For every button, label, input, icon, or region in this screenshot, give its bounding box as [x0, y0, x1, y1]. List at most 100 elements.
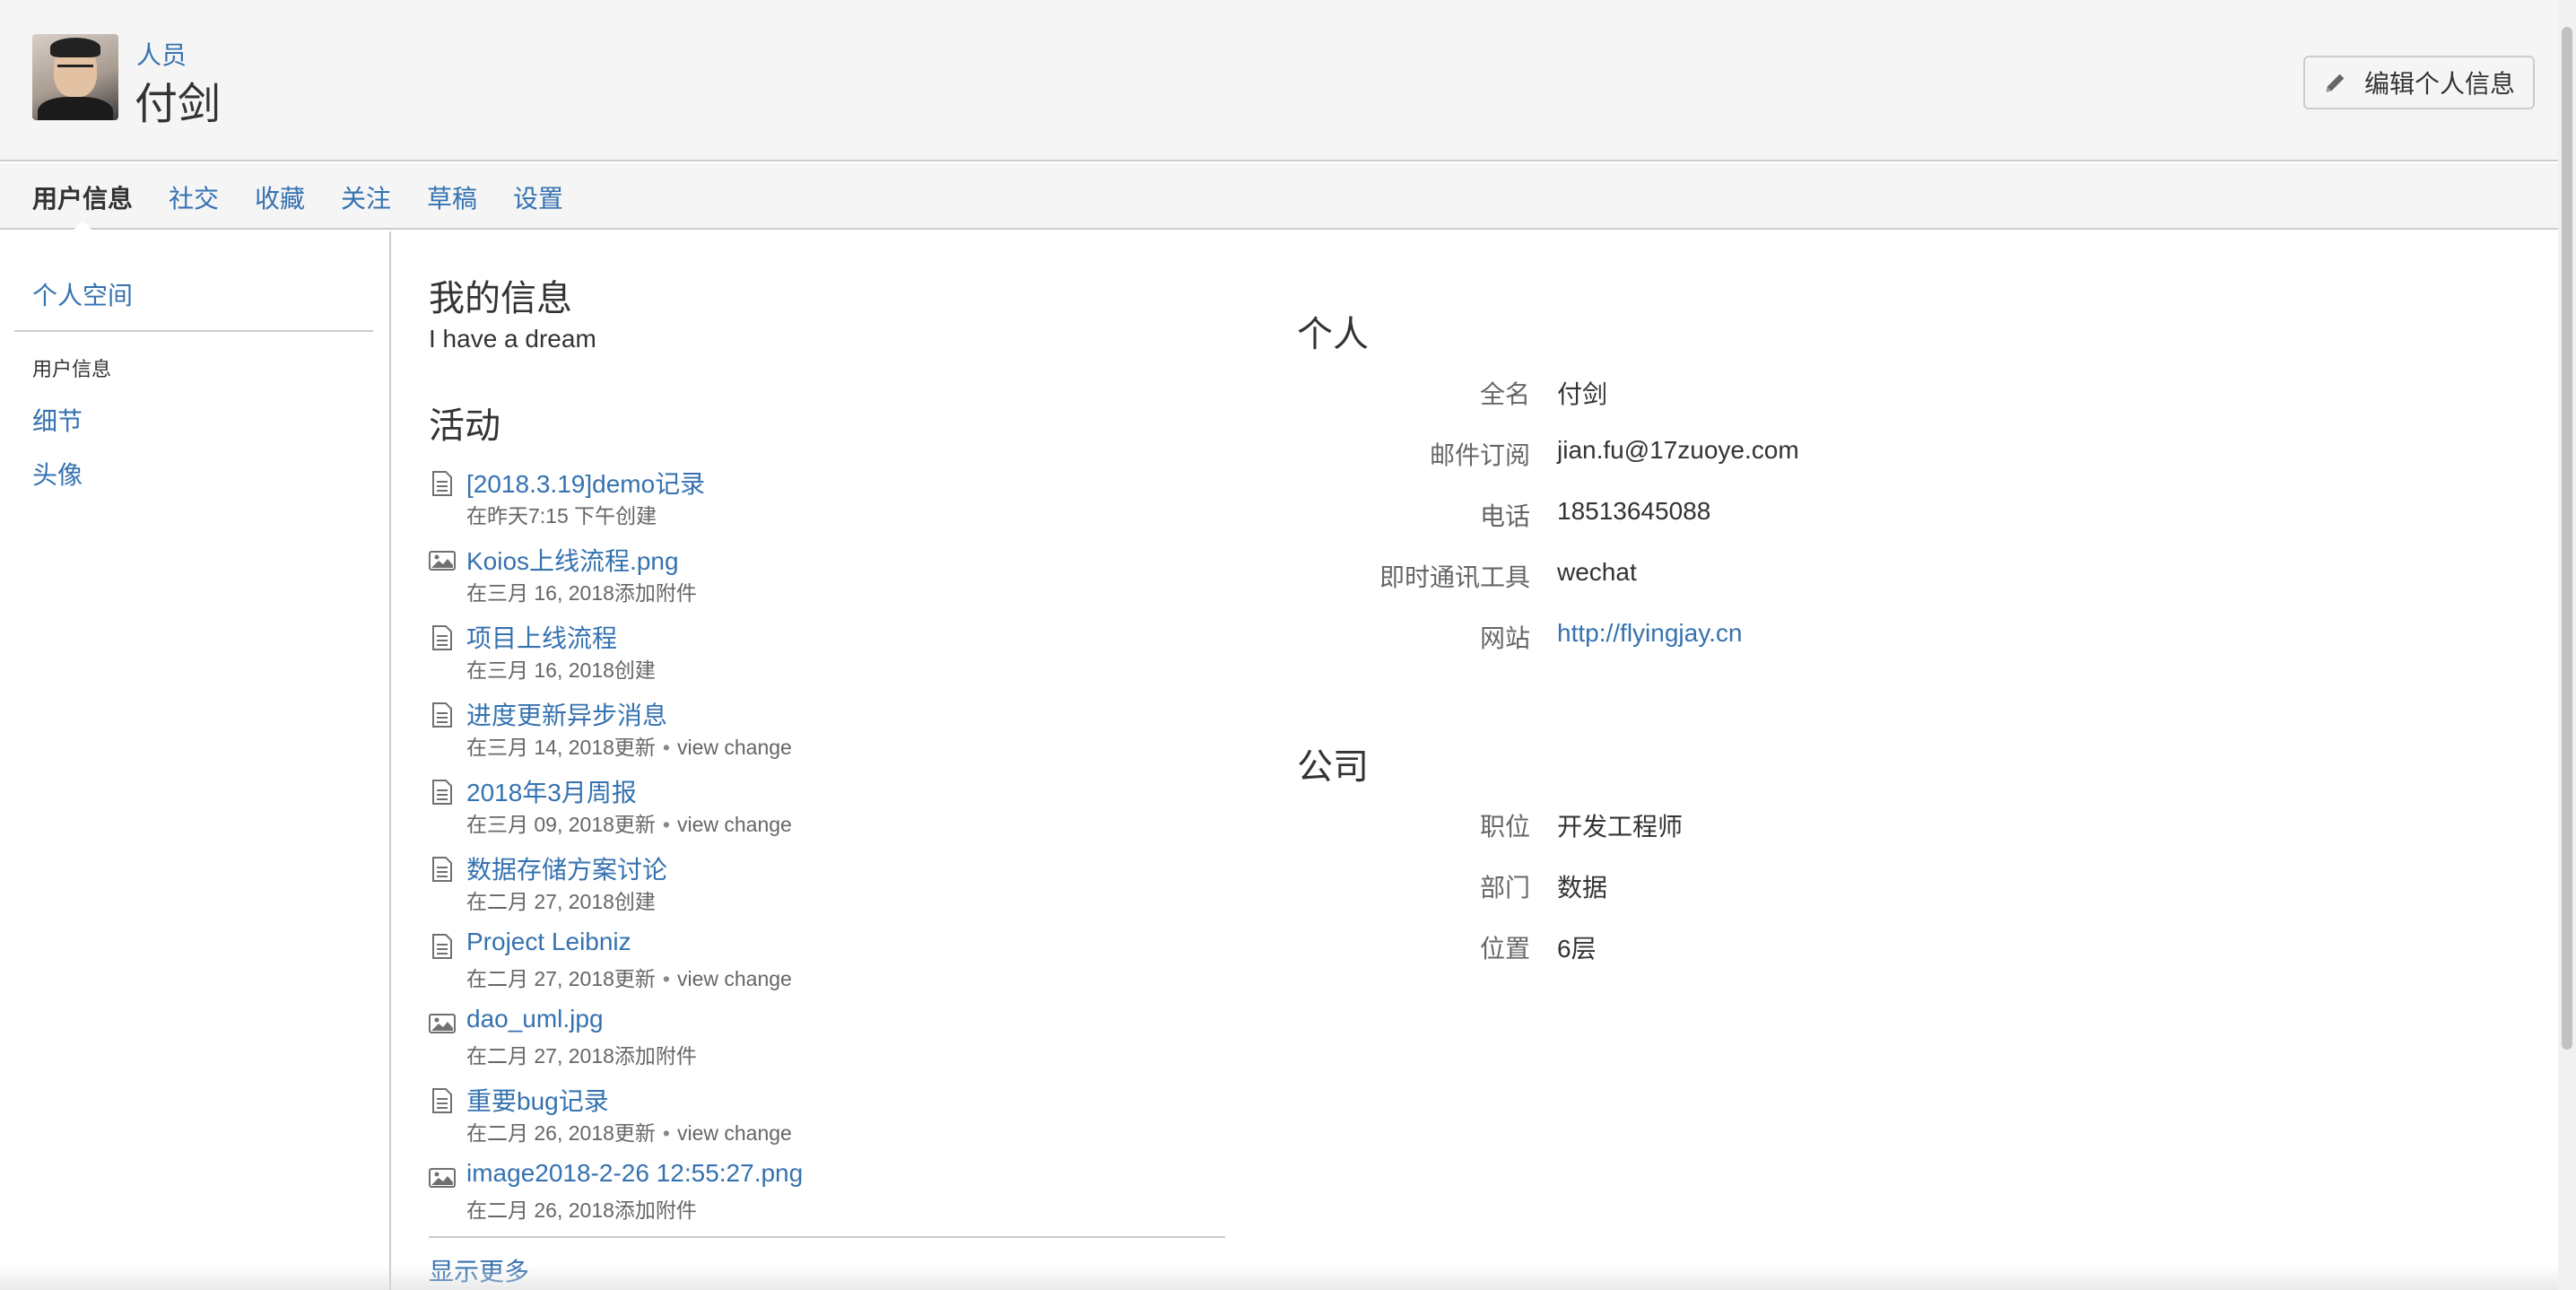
tab-following[interactable]: 关注 — [341, 179, 391, 215]
activity-meta: 在二月 27, 2018创建 — [466, 885, 656, 915]
pencil-icon — [2326, 74, 2345, 92]
activity-meta-text: 在二月 26, 2018更新 — [466, 1121, 656, 1145]
edit-profile-button[interactable]: 编辑个人信息 — [2303, 56, 2535, 109]
field-label: 职位 — [1479, 813, 1530, 841]
activity-item: dao_uml.jpg 在二月 27, 2018添加附件 — [429, 1005, 1227, 1082]
active-tab-indicator — [72, 221, 93, 231]
activity-item: 2018年3月周报在三月 09, 2018更新 • view change — [429, 773, 1227, 850]
activity-divider — [429, 1236, 1225, 1238]
sidebar-item-avatar[interactable]: 头像 — [32, 456, 83, 492]
activity-meta: 在昨天7:15 下午创建 — [466, 499, 657, 529]
document-icon — [432, 857, 452, 882]
bullet-separator: • — [662, 813, 670, 836]
field-value: 18513645088 — [1557, 497, 1711, 525]
profile-field: 电话 18513645088 — [1297, 497, 2463, 533]
image-icon — [429, 1014, 456, 1033]
bullet-separator: • — [662, 736, 670, 759]
activity-meta: 在二月 27, 2018添加附件 — [466, 1039, 697, 1069]
activity-meta-text: 在二月 26, 2018添加附件 — [466, 1198, 697, 1222]
document-icon — [432, 1088, 452, 1113]
about-text: I have a dream — [429, 325, 596, 353]
activity-item: 数据存储方案讨论在二月 27, 2018创建 — [429, 850, 1227, 928]
view-change-link[interactable]: view change — [677, 967, 792, 990]
field-label: 位置 — [1479, 935, 1530, 963]
view-change-link[interactable]: view change — [677, 736, 792, 759]
document-icon — [432, 625, 452, 650]
activity-title-link[interactable]: dao_uml.jpg — [466, 1005, 604, 1033]
activity-meta: 在二月 27, 2018更新 • view change — [466, 962, 792, 992]
personal-heading: 个人 — [1297, 315, 1369, 354]
scrollbar[interactable] — [2558, 0, 2576, 1290]
activity-meta: 在三月 09, 2018更新 • view change — [466, 807, 792, 838]
view-change-link[interactable]: view change — [677, 1121, 792, 1145]
bullet-separator: • — [662, 967, 670, 990]
view-change-link[interactable]: view change — [677, 813, 792, 836]
bottom-shadow — [0, 1265, 2558, 1290]
activity-item: 项目上线流程在三月 16, 2018创建 — [429, 619, 1227, 696]
activity-meta: 在二月 26, 2018更新 • view change — [466, 1116, 792, 1146]
activity-title-link[interactable]: Koios上线流程.png — [466, 542, 679, 578]
activity-title-link[interactable]: 数据存储方案讨论 — [466, 850, 667, 886]
profile-field: 职位 开发工程师 — [1297, 807, 2463, 843]
sidebar-section-label: 用户信息 — [32, 358, 112, 380]
activity-meta: 在三月 16, 2018创建 — [466, 653, 656, 684]
activity-meta-text: 在三月 09, 2018更新 — [466, 813, 656, 836]
profile-field: 位置 6层 — [1297, 929, 2463, 965]
profile-field: 全名 付剑 — [1297, 375, 2463, 411]
activity-title-link[interactable]: 项目上线流程 — [466, 619, 617, 655]
activity-item: Project Leibniz 在二月 27, 2018更新 • view chang… — [429, 928, 1227, 1005]
sidebar-divider — [14, 330, 373, 332]
edit-profile-label: 编辑个人信息 — [2364, 70, 2516, 98]
activity-heading: 活动 — [429, 406, 500, 446]
activity-meta-text: 在二月 27, 2018创建 — [466, 890, 656, 913]
sidebar-personal-space[interactable]: 个人空间 — [32, 276, 133, 312]
activity-title-link[interactable]: image2018-2-26 12:55:27.png — [466, 1159, 803, 1188]
tab-favorites[interactable]: 收藏 — [255, 179, 305, 215]
activity-item: [2018.3.19]demo记录在昨天7:15 下午创建 — [429, 465, 1227, 542]
activity-meta: 在三月 16, 2018添加附件 — [466, 576, 697, 606]
profile-field: 邮件订阅 jian.fu@17zuoye.com — [1297, 436, 2463, 472]
bullet-separator: • — [662, 1121, 670, 1145]
activity-title-link[interactable]: 2018年3月周报 — [466, 773, 637, 809]
sidebar: 个人空间 用户信息 细节 头像 — [0, 231, 391, 1290]
page-title: 付剑 — [135, 81, 222, 128]
field-label: 即时通讯工具 — [1379, 563, 1530, 591]
tab-social[interactable]: 社交 — [169, 179, 219, 215]
activity-meta-text: 在三月 16, 2018创建 — [466, 658, 656, 682]
document-icon — [432, 934, 452, 959]
about-heading: 我的信息 — [429, 279, 572, 318]
field-value: jian.fu@17zuoye.com — [1557, 436, 1799, 464]
tab-settings[interactable]: 设置 — [513, 179, 563, 215]
activity-title-link[interactable]: 重要bug记录 — [466, 1082, 609, 1118]
image-icon — [429, 1168, 456, 1188]
field-label: 部门 — [1479, 874, 1530, 902]
field-value: 6层 — [1557, 935, 1597, 963]
profile-field: 网站 http://flyingjay.cn — [1297, 619, 2463, 655]
tab-drafts[interactable]: 草稿 — [427, 179, 477, 215]
field-value: 数据 — [1557, 874, 1608, 902]
profile-field: 部门 数据 — [1297, 868, 2463, 904]
field-label: 网站 — [1479, 624, 1530, 652]
profile-field: 即时通讯工具 wechat — [1297, 558, 2463, 594]
activity-title-link[interactable]: Project Leibniz — [466, 928, 631, 956]
breadcrumb-people[interactable]: 人员 — [136, 36, 187, 72]
activity-meta: 在三月 14, 2018更新 • view change — [466, 730, 792, 761]
activity-meta-text: 在二月 27, 2018添加附件 — [466, 1044, 697, 1068]
field-label: 邮件订阅 — [1429, 441, 1530, 469]
activity-title-link[interactable]: [2018.3.19]demo记录 — [466, 465, 705, 501]
tab-user-info[interactable]: 用户信息 — [32, 179, 133, 215]
field-value: 付剑 — [1557, 380, 1608, 408]
activity-title-link[interactable]: 进度更新异步消息 — [466, 696, 667, 732]
activity-meta-text: 在二月 27, 2018更新 — [466, 967, 656, 990]
avatar[interactable] — [32, 34, 118, 120]
website-link[interactable]: http://flyingjay.cn — [1557, 619, 1742, 648]
activity-meta-text: 在昨天7:15 下午创建 — [466, 504, 657, 527]
scrollbar-thumb[interactable] — [2562, 27, 2572, 1050]
activity-meta: 在二月 26, 2018添加附件 — [466, 1193, 697, 1224]
image-icon — [429, 551, 456, 571]
activity-item: 重要bug记录在二月 26, 2018更新 • view change — [429, 1082, 1227, 1159]
activity-item: Koios上线流程.png 在三月 16, 2018添加附件 — [429, 542, 1227, 619]
sidebar-item-details[interactable]: 细节 — [32, 402, 83, 438]
field-label: 电话 — [1479, 502, 1530, 530]
tab-bar: 用户信息 社交 收藏 关注 草稿 设置 — [0, 163, 2558, 231]
